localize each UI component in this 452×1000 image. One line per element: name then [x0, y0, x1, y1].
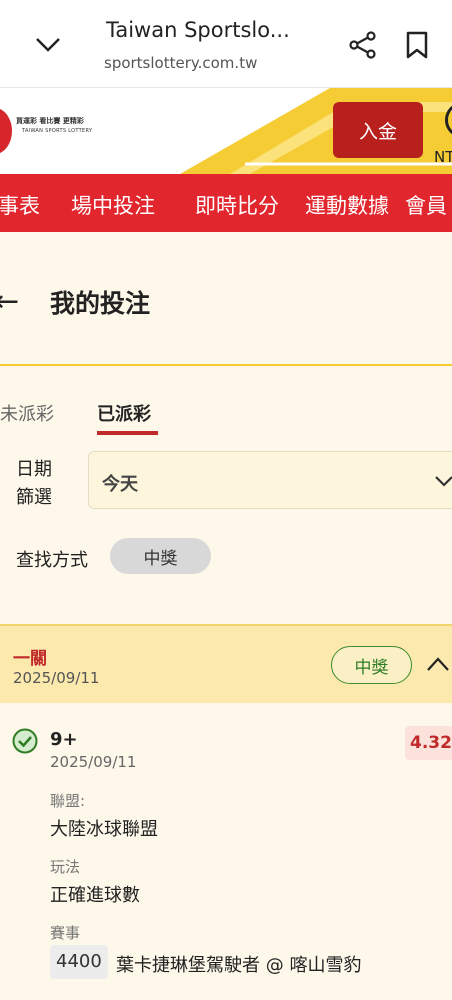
bookmark-icon[interactable]	[404, 30, 430, 60]
play-type-value: 正確進球數	[50, 885, 140, 906]
share-icon[interactable]	[348, 30, 378, 60]
nav-item-sports-data[interactable]: 運動數據	[305, 190, 389, 220]
chevron-down-icon[interactable]	[34, 30, 62, 58]
selection-name: 9+	[50, 729, 78, 750]
page-title: 我的投注	[50, 289, 151, 318]
date-filter-label-line1: 日期	[16, 459, 52, 480]
site-header: 買運彩 看比賽 更精彩 TAIWAN SPORTS LOTTERY 入金 NT	[0, 88, 452, 174]
chevron-up-icon[interactable]	[425, 652, 451, 676]
logo-english: TAIWAN SPORTS LOTTERY	[22, 128, 93, 134]
browser-toolbar: Taiwan Sportslo... sportslottery.com.tw	[0, 0, 452, 88]
league-label: 聯盟:	[50, 792, 86, 810]
nav-item-schedule[interactable]: 事表	[0, 190, 40, 220]
back-arrow-icon[interactable]: ←	[0, 284, 19, 319]
nav-item-live-scores[interactable]: 即時比分	[195, 190, 279, 220]
play-type-label: 玩法	[50, 858, 81, 876]
main-nav: 事表 場中投注 即時比分 運動數據 會員	[0, 174, 452, 232]
selection-date: 2025/09/11	[50, 753, 137, 771]
event-code: 4400	[50, 945, 108, 979]
nav-item-live-betting[interactable]: 場中投注	[71, 190, 155, 220]
date-filter-value: 今天	[102, 474, 138, 495]
browser-tab-title: Taiwan Sportslo...	[106, 18, 290, 42]
deposit-button[interactable]: 入金	[333, 102, 423, 158]
tab-unsettled[interactable]: 未派彩	[0, 400, 54, 426]
date-filter-select[interactable]: 今天	[88, 451, 452, 509]
find-method-label: 查找方式	[16, 550, 88, 571]
ticket-date: 2025/09/11	[13, 669, 100, 687]
event-label: 賽事	[50, 924, 81, 942]
odds-badge: 4.32	[405, 726, 452, 760]
date-filter-label: 日期 篩選	[16, 456, 66, 512]
logo-tagline: 買運彩 看比賽 更精彩	[16, 117, 84, 125]
find-method-chip[interactable]: 中獎	[110, 538, 211, 574]
balance-currency: NT	[434, 148, 452, 166]
tab-settled[interactable]: 已派彩	[97, 400, 151, 426]
ticket-type: 一關	[13, 649, 47, 669]
check-circle-icon	[12, 728, 38, 754]
league-value: 大陸冰球聯盟	[50, 819, 158, 840]
browser-url[interactable]: sportslottery.com.tw	[104, 54, 257, 72]
status-badge: 中獎	[331, 646, 412, 684]
date-filter-label-line2: 篩選	[16, 487, 52, 508]
event-name: 葉卡捷琳堡駕駛者 @ 喀山雪豹	[116, 955, 362, 976]
nav-item-member[interactable]: 會員	[405, 190, 447, 220]
chevron-down-icon	[435, 476, 452, 487]
active-tab-indicator	[97, 431, 158, 435]
